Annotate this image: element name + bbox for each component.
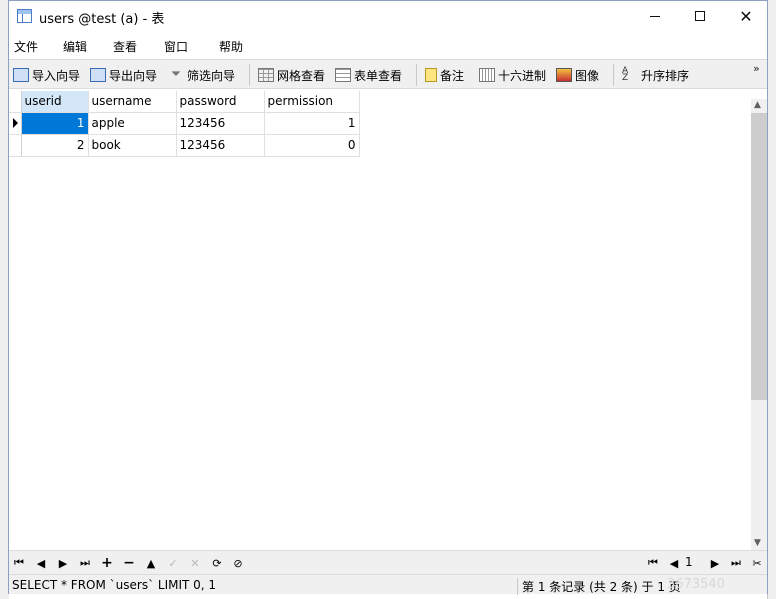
- menu-bar: 文件 编辑 查看 窗口 帮助: [9, 32, 767, 58]
- memo-label: 备注: [440, 68, 465, 83]
- table-header-row: userid username password permission: [9, 91, 360, 113]
- cell-username[interactable]: apple: [88, 112, 177, 135]
- toolbar-separator: [249, 64, 250, 86]
- refresh-icon[interactable]: ⟳: [209, 555, 225, 571]
- memo-icon: [425, 68, 437, 82]
- import-icon: [13, 68, 29, 82]
- cell-password[interactable]: 123456: [176, 134, 265, 157]
- cell-permission[interactable]: 1: [264, 112, 360, 135]
- title-bar[interactable]: users @test (a) - 表 ✕: [9, 1, 767, 31]
- image-button[interactable]: 图像: [556, 66, 599, 84]
- cell-userid[interactable]: 1: [21, 112, 89, 135]
- record-count-text: 第 1 条记录 (共 2 条) 于 1 页: [517, 578, 681, 595]
- filter-wizard-button[interactable]: ⏷ 筛选向导: [168, 66, 235, 84]
- close-button[interactable]: ✕: [723, 1, 769, 31]
- toolbar-separator: [613, 64, 614, 86]
- next-page-icon[interactable]: ▶: [707, 555, 723, 571]
- minimize-button[interactable]: [632, 1, 678, 31]
- grid-view-button[interactable]: 网格查看: [258, 66, 325, 84]
- sort-ascending-icon: AZ: [622, 66, 629, 83]
- last-record-icon[interactable]: ⏭: [77, 555, 93, 571]
- hex-icon: [479, 68, 495, 82]
- column-header-permission[interactable]: permission: [264, 91, 360, 113]
- settings-tools-icon[interactable]: ✂: [749, 555, 765, 571]
- column-header-username[interactable]: username: [88, 91, 177, 113]
- apply-changes-icon[interactable]: ✓: [165, 555, 181, 571]
- maximize-icon: [695, 11, 705, 21]
- export-wizard-label: 导出向导: [109, 68, 158, 83]
- sort-ascending-label: 升序排序: [641, 68, 690, 83]
- menu-help[interactable]: 帮助: [219, 38, 243, 55]
- toolbar-overflow-chevron-icon[interactable]: »: [753, 62, 760, 75]
- table-row[interactable]: 1 apple 123456 1: [9, 112, 360, 135]
- toolbar: 导入向导 导出向导 ⏷ 筛选向导 网格查看 表单查看 备注 十六进制 图像 A …: [9, 59, 767, 89]
- sort-ascending-button[interactable]: AZ 升序排序: [622, 66, 689, 84]
- previous-page-icon[interactable]: ◀: [666, 555, 682, 571]
- cell-username[interactable]: book: [88, 134, 177, 157]
- scroll-thumb[interactable]: [751, 113, 767, 400]
- page-number-input[interactable]: 1: [685, 555, 703, 571]
- row-indicator: [9, 112, 22, 135]
- menu-window[interactable]: 窗口: [164, 38, 188, 55]
- cell-password[interactable]: 123456: [176, 112, 265, 135]
- hex-button[interactable]: 十六进制: [479, 66, 546, 84]
- image-label: 图像: [575, 68, 600, 83]
- scroll-down-icon[interactable]: ▼: [754, 538, 761, 548]
- menu-view[interactable]: 查看: [113, 38, 137, 55]
- memo-button[interactable]: 备注: [425, 66, 464, 84]
- grid-view-label: 网格查看: [277, 68, 326, 83]
- add-record-icon[interactable]: +: [99, 555, 115, 571]
- cell-userid[interactable]: 2: [21, 134, 89, 157]
- cell-permission[interactable]: 0: [264, 134, 360, 157]
- discard-changes-icon[interactable]: ✕: [187, 555, 203, 571]
- window-title: users @test (a) - 表: [39, 12, 165, 27]
- first-page-icon[interactable]: ⏮: [645, 555, 661, 571]
- grid-icon: [258, 68, 274, 82]
- move-up-icon[interactable]: ▲: [143, 555, 159, 571]
- menu-file[interactable]: 文件: [14, 38, 38, 55]
- close-icon: ✕: [739, 6, 753, 26]
- current-row-arrow-icon: [13, 118, 18, 128]
- watermark-text: 3673540: [667, 577, 725, 592]
- filter-icon: ⏷: [170, 67, 182, 82]
- status-bar: SELECT * FROM `users` LIMIT 0, 1 第 1 条记录…: [9, 574, 767, 595]
- toolbar-separator: [416, 64, 417, 86]
- export-icon: [90, 68, 106, 82]
- row-indicator: [9, 134, 22, 157]
- filter-wizard-label: 筛选向导: [187, 68, 236, 83]
- column-header-password[interactable]: password: [176, 91, 265, 113]
- form-icon: [335, 68, 351, 82]
- table-row[interactable]: 2 book 123456 0: [9, 134, 360, 157]
- record-navigation-bar: ⏮ ◀ ▶ ⏭ + − ▲ ✓ ✕ ⟳ ⊘ ⏮ ◀ 1 ▶ ⏭ ✂: [9, 550, 767, 574]
- scroll-up-icon[interactable]: ▲: [754, 100, 761, 110]
- background-window-right: [767, 0, 776, 599]
- last-page-icon[interactable]: ⏭: [728, 555, 744, 571]
- delete-record-icon[interactable]: −: [121, 555, 137, 571]
- stop-icon[interactable]: ⊘: [230, 555, 246, 571]
- export-wizard-button[interactable]: 导出向导: [90, 66, 157, 84]
- vertical-scrollbar[interactable]: ▲ ▼: [751, 99, 767, 550]
- row-indicator-header: [9, 91, 22, 113]
- form-view-label: 表单查看: [354, 68, 403, 83]
- next-record-icon[interactable]: ▶: [55, 555, 71, 571]
- hex-label: 十六进制: [498, 68, 547, 83]
- column-header-userid[interactable]: userid: [21, 91, 89, 113]
- import-wizard-label: 导入向导: [32, 68, 81, 83]
- form-view-button[interactable]: 表单查看: [335, 66, 402, 84]
- maximize-button[interactable]: [677, 1, 723, 31]
- data-table: userid username password permission 1 ap…: [9, 91, 360, 157]
- first-record-icon[interactable]: ⏮: [11, 555, 27, 571]
- sql-query-text: SELECT * FROM `users` LIMIT 0, 1: [12, 578, 217, 592]
- image-icon: [556, 68, 572, 82]
- menu-edit[interactable]: 编辑: [63, 38, 87, 55]
- data-grid: userid username password permission 1 ap…: [9, 90, 767, 550]
- table-window: users @test (a) - 表 ✕ 文件 编辑 查看 窗口 帮助 导入向…: [8, 0, 768, 595]
- table-icon: [17, 9, 32, 23]
- import-wizard-button[interactable]: 导入向导: [13, 66, 80, 84]
- previous-record-icon[interactable]: ◀: [33, 555, 49, 571]
- minimize-icon: [650, 15, 660, 17]
